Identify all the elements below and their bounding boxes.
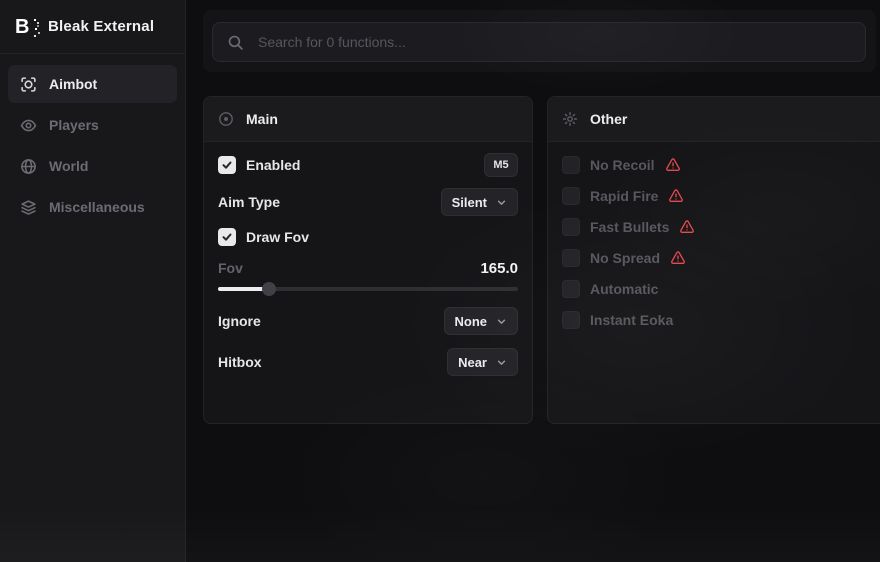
warning-icon bbox=[668, 188, 684, 204]
search-box[interactable] bbox=[212, 22, 866, 62]
enabled-checkbox[interactable] bbox=[218, 156, 236, 174]
crosshair-scan-icon bbox=[20, 76, 37, 93]
ignore-value: None bbox=[455, 314, 488, 329]
main-content: Main Enabled M5 Aim Type Silent bbox=[186, 0, 880, 562]
sidebar-item-label: Aimbot bbox=[49, 76, 97, 92]
sidebar-item-world[interactable]: World bbox=[8, 147, 177, 185]
hitbox-dropdown[interactable]: Near bbox=[447, 348, 518, 376]
app-title: Bleak External bbox=[48, 18, 154, 35]
row-aim-type: Aim Type Silent bbox=[218, 188, 518, 216]
chevron-down-icon bbox=[496, 316, 507, 327]
no-spread-checkbox[interactable] bbox=[562, 249, 580, 267]
row-enabled: Enabled M5 bbox=[218, 152, 518, 178]
eye-icon bbox=[20, 117, 37, 134]
gear-icon bbox=[562, 111, 578, 127]
sidebar: B Bleak External Aimbot Players bbox=[0, 0, 186, 562]
checkmark-icon bbox=[221, 231, 233, 243]
fov-slider bbox=[218, 282, 518, 296]
row-instant-eoka: Instant Eoka bbox=[562, 307, 873, 333]
draw-fov-label: Draw Fov bbox=[246, 229, 309, 245]
aim-type-label: Aim Type bbox=[218, 194, 280, 210]
ignore-label: Ignore bbox=[218, 313, 261, 329]
aim-type-dropdown[interactable]: Silent bbox=[441, 188, 518, 216]
rapid-fire-label: Rapid Fire bbox=[590, 188, 658, 204]
row-hitbox: Hitbox Near bbox=[218, 348, 518, 376]
row-draw-fov: Draw Fov bbox=[218, 224, 518, 250]
checkmark-icon bbox=[221, 159, 233, 171]
layers-icon bbox=[20, 199, 37, 216]
globe-icon bbox=[20, 158, 37, 175]
fast-bullets-label: Fast Bullets bbox=[590, 219, 669, 235]
fov-slider-track[interactable] bbox=[218, 287, 518, 291]
instant-eoka-checkbox[interactable] bbox=[562, 311, 580, 329]
hitbox-label: Hitbox bbox=[218, 354, 262, 370]
target-icon bbox=[218, 111, 234, 127]
fov-label: Fov bbox=[218, 260, 243, 276]
aim-type-value: Silent bbox=[452, 195, 487, 210]
chevron-down-icon bbox=[496, 357, 507, 368]
fov-value: 165.0 bbox=[480, 260, 518, 277]
sidebar-item-miscellaneous[interactable]: Miscellaneous bbox=[8, 188, 177, 226]
sidebar-item-aimbot[interactable]: Aimbot bbox=[8, 65, 177, 103]
rapid-fire-checkbox[interactable] bbox=[562, 187, 580, 205]
panel-other: Other No Recoil Rapid Fire Fast Bullets bbox=[547, 96, 880, 424]
chevron-down-icon bbox=[496, 197, 507, 208]
panel-title: Other bbox=[590, 111, 627, 127]
no-recoil-checkbox[interactable] bbox=[562, 156, 580, 174]
search-icon bbox=[227, 34, 244, 51]
ignore-dropdown[interactable]: None bbox=[444, 307, 519, 335]
sidebar-nav: Aimbot Players World bbox=[0, 54, 185, 237]
enabled-label: Enabled bbox=[246, 157, 300, 173]
sidebar-item-players[interactable]: Players bbox=[8, 106, 177, 144]
automatic-checkbox[interactable] bbox=[562, 280, 580, 298]
automatic-label: Automatic bbox=[590, 281, 658, 297]
warning-icon bbox=[665, 157, 681, 173]
search-container bbox=[203, 10, 876, 72]
draw-fov-checkbox[interactable] bbox=[218, 228, 236, 246]
warning-icon bbox=[670, 250, 686, 266]
row-rapid-fire: Rapid Fire bbox=[562, 183, 873, 209]
sidebar-item-label: World bbox=[49, 158, 88, 174]
search-input[interactable] bbox=[256, 33, 851, 51]
fast-bullets-checkbox[interactable] bbox=[562, 218, 580, 236]
panel-other-body: No Recoil Rapid Fire Fast Bullets bbox=[548, 142, 880, 343]
sidebar-item-label: Players bbox=[49, 117, 99, 133]
instant-eoka-label: Instant Eoka bbox=[590, 312, 673, 328]
app-logo-icon: B bbox=[15, 15, 37, 39]
panel-other-header: Other bbox=[548, 97, 880, 142]
row-no-spread: No Spread bbox=[562, 245, 873, 271]
panel-main: Main Enabled M5 Aim Type Silent bbox=[203, 96, 533, 424]
row-automatic: Automatic bbox=[562, 276, 873, 302]
enabled-keybind-badge[interactable]: M5 bbox=[484, 153, 518, 177]
fov-slider-thumb[interactable] bbox=[262, 282, 276, 296]
sidebar-item-label: Miscellaneous bbox=[49, 199, 145, 215]
panel-main-header: Main bbox=[204, 97, 532, 142]
panel-title: Main bbox=[246, 111, 278, 127]
row-fast-bullets: Fast Bullets bbox=[562, 214, 873, 240]
panel-main-body: Enabled M5 Aim Type Silent Draw Fov bbox=[204, 142, 532, 386]
no-recoil-label: No Recoil bbox=[590, 157, 655, 173]
row-no-recoil: No Recoil bbox=[562, 152, 873, 178]
hitbox-value: Near bbox=[458, 355, 487, 370]
warning-icon bbox=[679, 219, 695, 235]
row-ignore: Ignore None bbox=[218, 307, 518, 335]
row-fov: Fov 165.0 bbox=[218, 259, 518, 277]
no-spread-label: No Spread bbox=[590, 250, 660, 266]
sidebar-header: B Bleak External bbox=[0, 0, 185, 54]
